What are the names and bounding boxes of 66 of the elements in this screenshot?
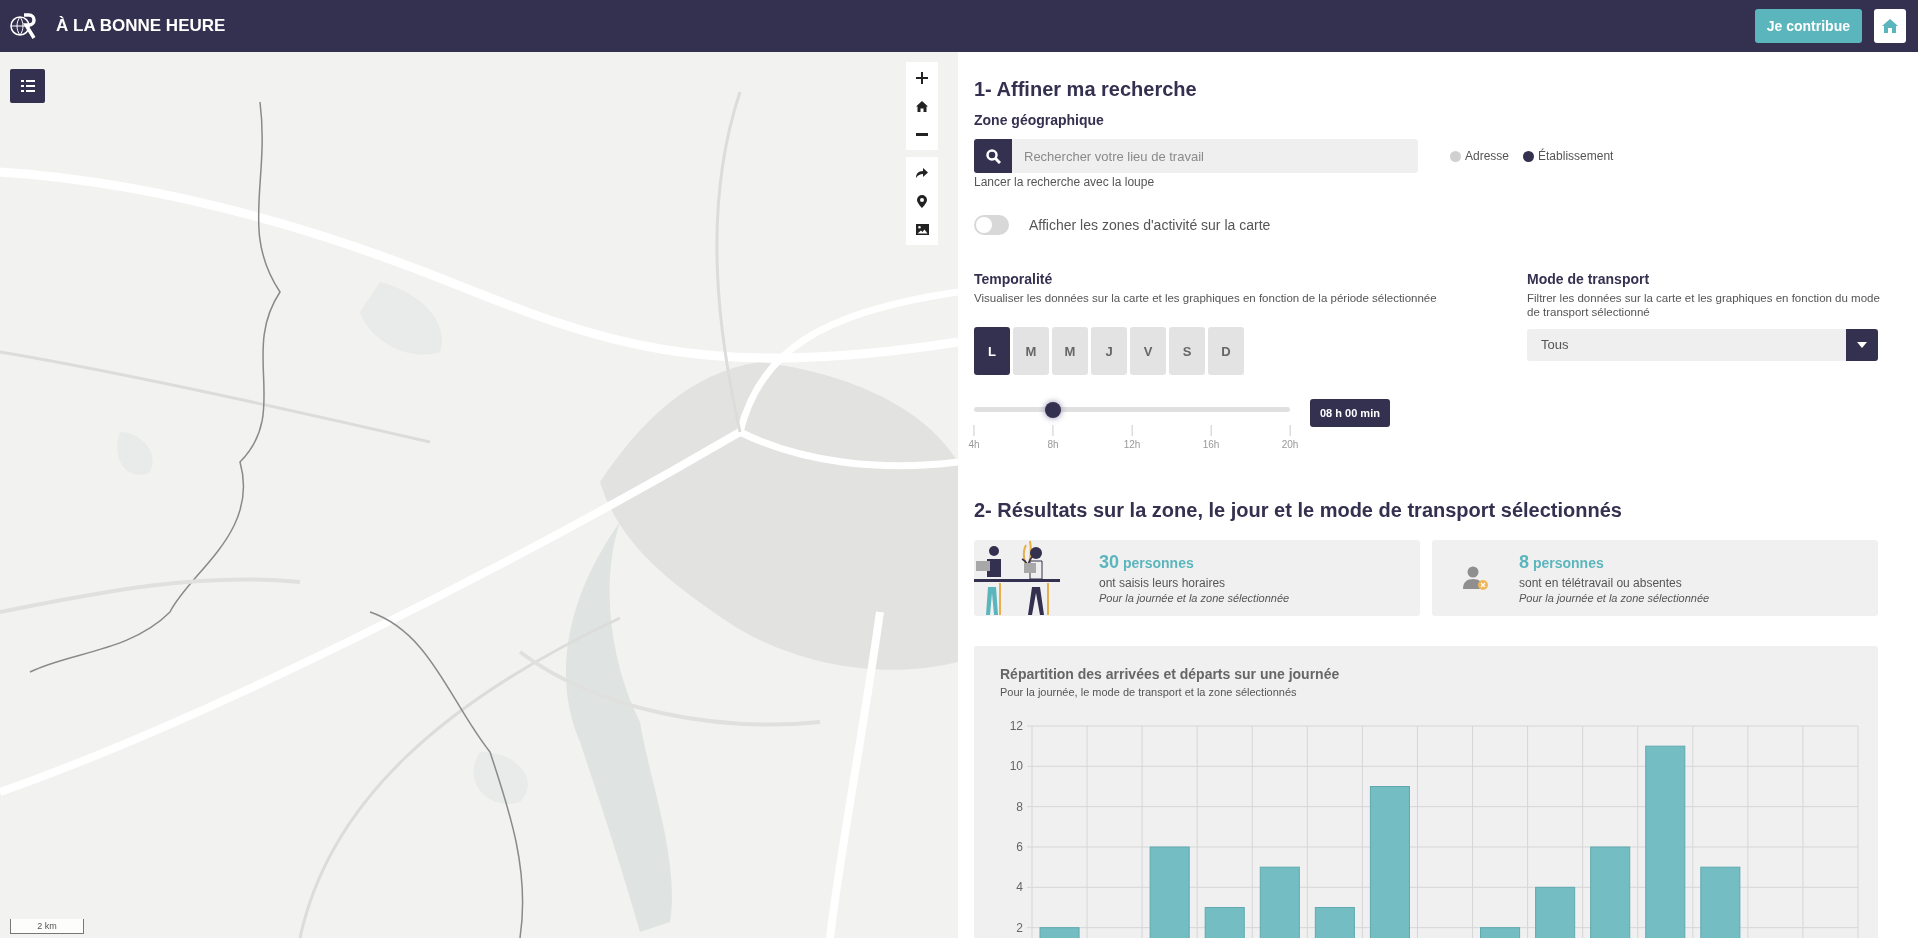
day-button[interactable]: S	[1169, 327, 1205, 376]
chart-bar	[1259, 867, 1300, 938]
tick-label: 20h	[1281, 439, 1299, 451]
day-button[interactable]: J	[1091, 327, 1127, 376]
day-button[interactable]: M	[1052, 327, 1088, 376]
app-title: À LA BONNE HEURE	[56, 16, 226, 36]
image-icon	[915, 223, 929, 235]
caret-icon	[1857, 341, 1867, 348]
home-icon	[1882, 19, 1898, 33]
tick-label: 8h	[1047, 439, 1059, 451]
scale-bar: 2 km	[10, 919, 84, 934]
radio-option[interactable]: Adresse	[1450, 149, 1510, 163]
count-text: 30 personnes	[1099, 552, 1195, 574]
plus-icon	[916, 72, 928, 84]
search-hint: Lancer la recherche avec la loupe	[974, 175, 1156, 189]
chart-bar	[1039, 927, 1080, 938]
tick-label: 12h	[1123, 439, 1141, 451]
home-icon	[916, 100, 928, 112]
tick-label: 16h	[1202, 439, 1220, 451]
chart-bar	[1314, 907, 1355, 938]
axis-label: 2	[1016, 921, 1023, 936]
transport-select[interactable]: Tous	[1527, 328, 1878, 361]
time-slider[interactable]	[974, 401, 1290, 420]
section-title: 2- Résultats sur la zone, le jour et le mode de transport sélectionnés	[974, 499, 1623, 523]
description-text: Visualiser les données sur la carte et les graphiques en fonction de la période sélectionnée	[974, 291, 1438, 306]
day-button[interactable]: V	[1130, 327, 1166, 376]
chart-bar	[1204, 907, 1245, 938]
day-button[interactable]: M	[1013, 327, 1049, 376]
axis-label: 12	[1009, 720, 1023, 734]
slider-thumb[interactable]	[1045, 402, 1061, 419]
share-arrow-icon	[916, 168, 928, 178]
section-title: 1- Affiner ma recherche	[974, 78, 1198, 101]
field-label: Zone géographique	[974, 112, 1105, 128]
pin-icon	[917, 194, 927, 208]
search-button[interactable]	[974, 139, 1012, 173]
field-label: Temporalité	[974, 271, 1054, 287]
card-note: Pour la journée et la zone sélectionnée	[1519, 592, 1710, 605]
list-icon	[20, 80, 35, 92]
search-icon	[985, 148, 1001, 164]
chart-bar	[1480, 927, 1521, 938]
day-button[interactable]: L	[974, 327, 1010, 376]
axis-label: 10	[1009, 759, 1023, 774]
radio-option[interactable]: Établissement	[1523, 149, 1614, 163]
chart-bar	[1535, 887, 1576, 938]
axis-label: 6	[1016, 840, 1023, 855]
layers-button[interactable]	[10, 69, 45, 103]
logo-icon	[10, 11, 36, 41]
minus-icon	[916, 132, 928, 136]
axis-label: 4	[1016, 880, 1023, 895]
card-text: sont en télétravail ou absentes	[1519, 576, 1683, 591]
tick-label: 4h	[968, 439, 980, 451]
day-button[interactable]: D	[1208, 327, 1244, 376]
card-text: ont saisis leurs horaires	[1099, 576, 1227, 591]
count-text: 8 personnes	[1519, 552, 1605, 574]
toggle-switch[interactable]	[974, 215, 1009, 235]
chart-bar	[1700, 867, 1741, 938]
person-icon	[1462, 565, 1489, 592]
axis-label: 8	[1016, 800, 1023, 815]
field-label: Mode de transport	[1527, 271, 1651, 287]
toggle-label: Afficher les zones d'activité sur la carte	[1029, 217, 1271, 233]
description-text: Filtrer les données sur la carte et les graphiques en fonction du mode de transport sélectionné	[1527, 291, 1881, 320]
contribute-button[interactable]: Je contribue	[1754, 9, 1862, 43]
chart-subtitle: Pour la journée, le mode de transport et la zone sélectionnés	[1000, 686, 1298, 699]
time-badge: 08 h 00 min	[1310, 399, 1390, 428]
card-note: Pour la journée et la zone sélectionnée	[1099, 592, 1290, 605]
chart-title: Répartition des arrivées et départs sur une journée	[1000, 666, 1341, 683]
